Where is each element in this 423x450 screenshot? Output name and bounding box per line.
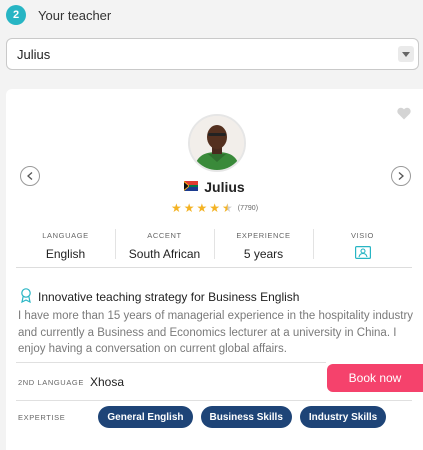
stat-visio: VISIO xyxy=(313,223,412,267)
video-icon xyxy=(313,246,412,264)
divider xyxy=(16,400,412,401)
award-icon xyxy=(20,288,32,306)
expertise-label: EXPERTISE xyxy=(18,412,66,422)
star-half-icon: ★ xyxy=(222,201,233,215)
stat-experience: EXPERIENCE 5 years xyxy=(214,223,313,267)
teacher-select[interactable]: Julius xyxy=(6,38,419,70)
teacher-name: Julius xyxy=(204,179,245,195)
south-africa-flag-icon xyxy=(184,178,199,196)
teaching-strategy: Innovative teaching strategy for Busines… xyxy=(20,288,299,306)
star-icon: ★ xyxy=(183,201,195,215)
second-language-label: 2ND LANGUAGE xyxy=(18,377,84,387)
chevron-down-icon[interactable] xyxy=(398,46,414,62)
review-count: (7790) xyxy=(237,204,259,212)
expertise-chip[interactable]: General English xyxy=(98,406,193,428)
star-icon: ★ xyxy=(209,201,221,215)
step-title: Your teacher xyxy=(38,7,112,23)
divider xyxy=(16,362,326,363)
stat-label: LANGUAGE xyxy=(42,231,89,240)
stat-value: South African xyxy=(128,247,201,261)
stat-label: VISIO xyxy=(350,231,374,240)
second-language: 2ND LANGUAGE Xhosa xyxy=(18,375,124,389)
star-icon: ★ xyxy=(196,201,208,215)
rating: ★ ★ ★ ★ ★ (7790) xyxy=(6,202,423,214)
teacher-card: Julius ★ ★ ★ ★ ★ (7790) LANGUAGE English… xyxy=(6,89,423,450)
step-number-badge: 2 xyxy=(6,5,26,25)
teacher-name-row: Julius xyxy=(6,178,423,196)
stat-value: English xyxy=(45,247,86,261)
stat-label: ACCENT xyxy=(147,231,182,240)
star-icon: ★ xyxy=(170,201,182,215)
expertise-chips: General English Business Skills Industry… xyxy=(98,406,387,428)
book-now-button[interactable]: Book now xyxy=(327,364,423,392)
expertise: EXPERTISE General English Business Skill… xyxy=(18,406,387,428)
teacher-select-value: Julius xyxy=(17,46,51,62)
strategy-text: Innovative teaching strategy for Busines… xyxy=(38,290,300,304)
expertise-chip[interactable]: Industry Skills xyxy=(299,406,387,428)
step-header: 2 Your teacher xyxy=(6,5,111,25)
heart-icon[interactable] xyxy=(397,107,411,125)
teacher-avatar xyxy=(188,114,246,172)
stat-language: LANGUAGE English xyxy=(16,223,115,267)
expertise-chip[interactable]: Business Skills xyxy=(200,406,292,428)
stat-label: EXPERIENCE xyxy=(236,231,291,240)
teacher-description: I have more than 15 years of managerial … xyxy=(18,310,414,355)
stat-value: 5 years xyxy=(243,247,284,261)
teacher-stats: LANGUAGE English ACCENT South African EX… xyxy=(16,223,412,268)
second-language-value: Xhosa xyxy=(89,375,124,389)
stat-accent: ACCENT South African xyxy=(115,223,214,267)
